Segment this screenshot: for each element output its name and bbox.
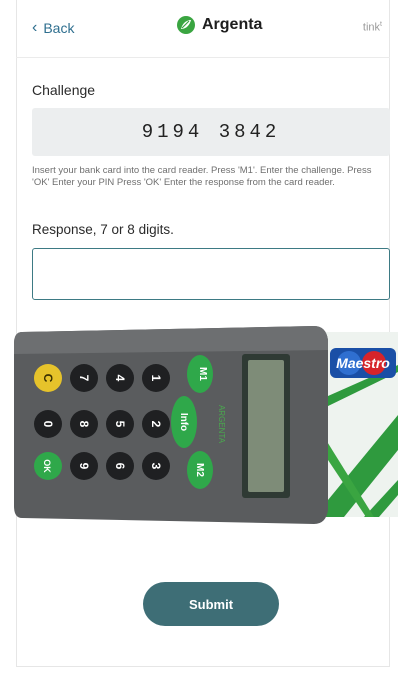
reader-brand: ARGENTA [217,405,226,444]
key-m2: M2 [194,463,205,477]
reader-display [248,360,284,492]
keypad-key: 5 [106,410,134,438]
card-brand: Maestro [336,355,390,371]
keypad-key: 2 [142,410,170,438]
key-info: Info [178,413,189,431]
keypad-key: OK [34,452,62,480]
svg-text:8: 8 [77,421,91,428]
header: ‹ Back Argenta tinkt [16,0,390,58]
response-input[interactable] [32,248,390,300]
response-label: Response, 7 or 8 digits. [32,222,174,237]
keypad-key: 8 [70,410,98,438]
argenta-logo-icon [177,16,195,34]
keypad-key: C [34,364,62,392]
instructions-text: Insert your bank card into the card read… [32,165,372,188]
submit-button[interactable]: Submit [143,582,279,626]
svg-text:7: 7 [77,375,91,382]
keypad-key: 1 [142,364,170,392]
svg-text:4: 4 [113,375,127,382]
keypad-key: 3 [142,452,170,480]
svg-text:9: 9 [77,463,91,470]
svg-text:1: 1 [149,375,163,382]
back-button[interactable]: ‹ Back [32,19,75,37]
card-reader-illustration: Maestro ARGENTA M1 Info M2 C 7 4 1 0 8 5 2 OK 9 6 3 [14,326,398,524]
keypad-key: 7 [70,364,98,392]
keypad-key: 9 [70,452,98,480]
back-label: Back [43,20,75,36]
svg-text:5: 5 [113,421,127,428]
keypad-key: 4 [106,364,134,392]
svg-text:6: 6 [113,463,127,470]
challenge-code: 9194 3842 [32,108,390,156]
provider-logo: tinkt [362,21,382,34]
keypad-key: 0 [34,410,62,438]
svg-text:0: 0 [41,421,55,428]
key-m1: M1 [197,367,208,381]
challenge-label: Challenge [32,82,96,98]
chevron-left-icon: ‹ [32,19,38,36]
svg-text:3: 3 [149,463,163,470]
svg-text:C: C [41,374,55,383]
svg-text:2: 2 [149,421,163,428]
brand: Argenta [176,15,262,35]
keypad-key: 6 [106,452,134,480]
svg-text:OK: OK [42,459,52,473]
brand-name: Argenta [202,16,263,33]
